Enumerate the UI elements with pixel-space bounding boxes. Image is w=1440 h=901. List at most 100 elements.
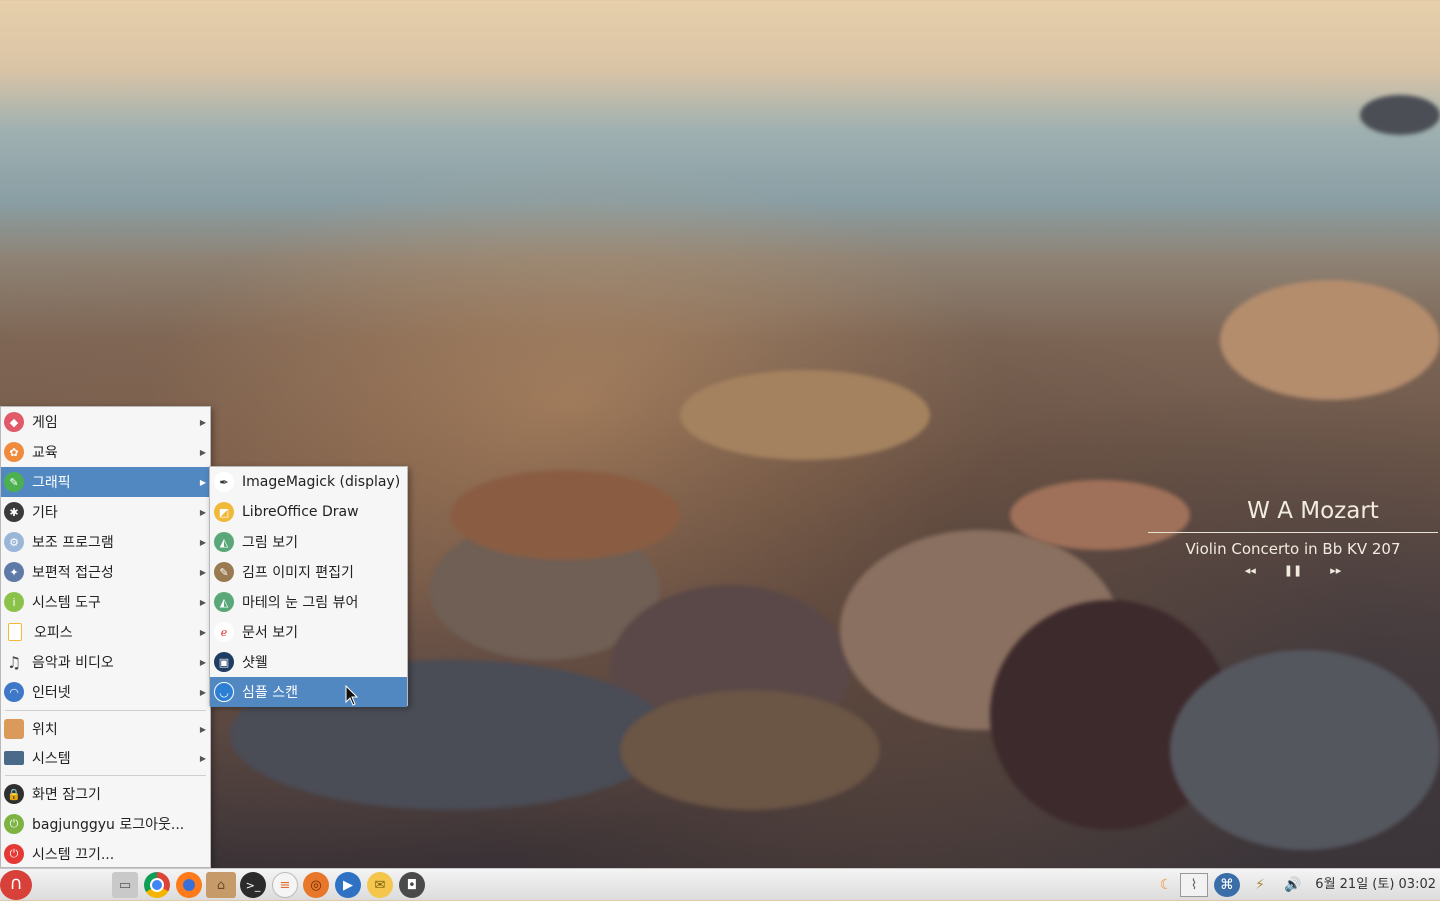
- launcher-glyph: ✉: [374, 877, 386, 893]
- submenu-arrow-icon: ▶: [199, 657, 206, 667]
- music-icon: ♫: [6, 652, 22, 672]
- mail-icon[interactable]: ✉: [367, 872, 393, 898]
- submenu-item-simple-scan[interactable]: ◡ 심플 스캔: [210, 677, 407, 707]
- menu-item-label: 인터넷: [32, 685, 71, 701]
- menu-item-label: 화면 잠그기: [32, 787, 101, 803]
- submenu-arrow-icon: ▶: [199, 477, 206, 487]
- accessories-icon: ⚙: [4, 532, 24, 552]
- tray-glyph: ⌘: [1220, 877, 1234, 893]
- menu-item-places[interactable]: 위치 ▶: [1, 714, 210, 744]
- screenshot-icon[interactable]: ◘: [399, 872, 425, 898]
- submenu-item-label: 김프 이미지 편집기: [242, 565, 354, 581]
- submenu-item-label: 문서 보기: [242, 625, 298, 641]
- menu-item-graphics[interactable]: ✎ 그래픽 ▶: [1, 467, 210, 497]
- menu-item-internet[interactable]: ◠ 인터넷 ▶: [1, 677, 210, 707]
- launcher-glyph: ◎: [310, 877, 322, 893]
- file-manager-icon[interactable]: ⌂: [206, 872, 236, 898]
- menu-item-label: 게임: [32, 415, 58, 431]
- menu-item-label: 음악과 비디오: [32, 655, 114, 671]
- logout-icon: ⏻: [4, 814, 24, 834]
- menu-item-label: 오피스: [34, 625, 73, 641]
- menu-item-system[interactable]: 시스템 ▶: [1, 743, 210, 773]
- menu-item-accessories[interactable]: ⚙ 보조 프로그램 ▶: [1, 527, 210, 557]
- launcher-glyph: ▭: [118, 877, 132, 893]
- menu-item-accessibility[interactable]: ✦ 보편적 접근성 ▶: [1, 557, 210, 587]
- submenu-arrow-icon: ▶: [199, 627, 206, 637]
- submenu-arrow-icon: ▶: [199, 724, 206, 734]
- mouse-pointer-icon: [345, 685, 359, 706]
- basketball-icon[interactable]: ◎: [303, 872, 329, 898]
- menu-item-label: 시스템 도구: [32, 595, 101, 611]
- other-icon: ✱: [4, 502, 24, 522]
- music-widget: W A Mozart Violin Concerto in Bb KV 207 …: [1148, 498, 1438, 577]
- menu-item-lock-screen[interactable]: 🔒 화면 잠그기: [1, 779, 210, 809]
- application-menu: ◆ 게임 ▶ ✿ 교육 ▶ ✎ 그래픽 ▶ ✱ 기타 ▶ ⚙ 보조 프로그램 ▶…: [0, 406, 211, 868]
- terminal-icon[interactable]: >_: [240, 872, 266, 898]
- pause-icon[interactable]: ❚❚: [1284, 564, 1302, 577]
- submenu-arrow-icon: ▶: [199, 567, 206, 577]
- submenu-item-label: ImageMagick (display): [242, 474, 401, 490]
- menu-item-music-video[interactable]: ♫ 음악과 비디오 ▶: [1, 647, 210, 677]
- menu-logo-icon: ∩: [9, 873, 23, 894]
- submenu-arrow-icon: ▶: [199, 537, 206, 547]
- accessibility-icon: ✦: [4, 562, 24, 582]
- submenu-item-imagemagick[interactable]: ✒ ImageMagick (display): [210, 467, 407, 497]
- launcher-glyph: ▶: [343, 877, 353, 893]
- submenu-arrow-icon: ▶: [199, 753, 206, 763]
- volume-icon[interactable]: 🔊: [1278, 873, 1308, 897]
- submenu-item-label: 마테의 눈 그림 뷰어: [242, 595, 359, 611]
- submenu-item-image-viewer[interactable]: ◭ 그림 보기: [210, 527, 407, 557]
- submenu-item-eye-of-mate[interactable]: ◭ 마테의 눈 그림 뷰어: [210, 587, 407, 617]
- submenu-item-label: 그림 보기: [242, 535, 298, 551]
- graphics-icon: ✎: [4, 472, 24, 492]
- menu-item-other[interactable]: ✱ 기타 ▶: [1, 497, 210, 527]
- chrome-center: [150, 878, 164, 892]
- menu-item-label: 그래픽: [32, 475, 71, 491]
- menu-item-label: 보조 프로그램: [32, 535, 114, 551]
- menu-item-office[interactable]: 오피스 ▶: [1, 617, 210, 647]
- music-divider: [1148, 532, 1438, 533]
- submenu-item-gimp[interactable]: ✎ 김프 이미지 편집기: [210, 557, 407, 587]
- submenu-item-libreoffice-draw[interactable]: ◩ LibreOffice Draw: [210, 497, 407, 527]
- menu-item-shutdown[interactable]: ⏻ 시스템 끄기...: [1, 839, 210, 869]
- launcher-glyph: ≡: [279, 877, 291, 893]
- next-track-icon[interactable]: ▸▸: [1330, 564, 1341, 577]
- submenu-arrow-icon: ▶: [199, 687, 206, 697]
- menu-item-label: bagjunggyu 로그아웃...: [32, 817, 185, 833]
- menu-item-system-tools[interactable]: i 시스템 도구 ▶: [1, 587, 210, 617]
- internet-icon: ◠: [4, 682, 24, 702]
- media-player-icon[interactable]: ▶: [335, 872, 361, 898]
- imagemagick-icon: ✒: [214, 472, 234, 492]
- lock-screen-icon: 🔒: [4, 784, 24, 804]
- text-editor-icon[interactable]: ≡: [272, 872, 298, 898]
- chrome-icon[interactable]: [144, 872, 170, 898]
- power-cord-icon[interactable]: ⚡: [1248, 873, 1272, 897]
- menu-item-label: 기타: [32, 505, 58, 521]
- launcher-glyph: ◘: [406, 877, 418, 893]
- previous-track-icon[interactable]: ◂◂: [1245, 564, 1256, 577]
- firefox-icon[interactable]: [176, 872, 202, 898]
- image-viewer-icon: ◭: [214, 532, 234, 552]
- show-desktop-icon[interactable]: ▭: [112, 872, 138, 898]
- weather-icon[interactable]: ☾: [1154, 873, 1178, 897]
- power-icon: ⏻: [4, 844, 24, 864]
- graphics-submenu: ✒ ImageMagick (display) ◩ LibreOffice Dr…: [209, 466, 408, 707]
- libreoffice-draw-icon: ◩: [214, 502, 234, 522]
- submenu-arrow-icon: ▶: [199, 597, 206, 607]
- menu-item-education[interactable]: ✿ 교육 ▶: [1, 437, 210, 467]
- submenu-item-shotwell[interactable]: ▣ 샷웰: [210, 647, 407, 677]
- gimp-icon: ✎: [214, 562, 234, 582]
- network-icon[interactable]: ⌘: [1214, 873, 1240, 897]
- submenu-arrow-icon: ▶: [199, 447, 206, 457]
- menu-separator: [5, 775, 206, 776]
- main-menu-button[interactable]: ∩: [0, 870, 32, 900]
- submenu-item-label: LibreOffice Draw: [242, 504, 359, 520]
- system-monitor-icon[interactable]: ⌇: [1180, 873, 1208, 897]
- menu-item-games[interactable]: ◆ 게임 ▶: [1, 407, 210, 437]
- bottom-panel: ∩ ▭ ⌂ >_ ≡ ◎ ▶ ✉ ◘ ☾ ⌇ ⌘ ⚡ 🔊 6월 21일 (토): [0, 868, 1440, 900]
- submenu-item-document-viewer[interactable]: ℯ 문서 보기: [210, 617, 407, 647]
- tray-glyph: ☾: [1159, 877, 1173, 893]
- menu-item-logout[interactable]: ⏻ bagjunggyu 로그아웃...: [1, 809, 210, 839]
- clock[interactable]: 6월 21일 (토) 03:02: [1315, 869, 1436, 901]
- menu-item-label: 시스템: [32, 751, 71, 767]
